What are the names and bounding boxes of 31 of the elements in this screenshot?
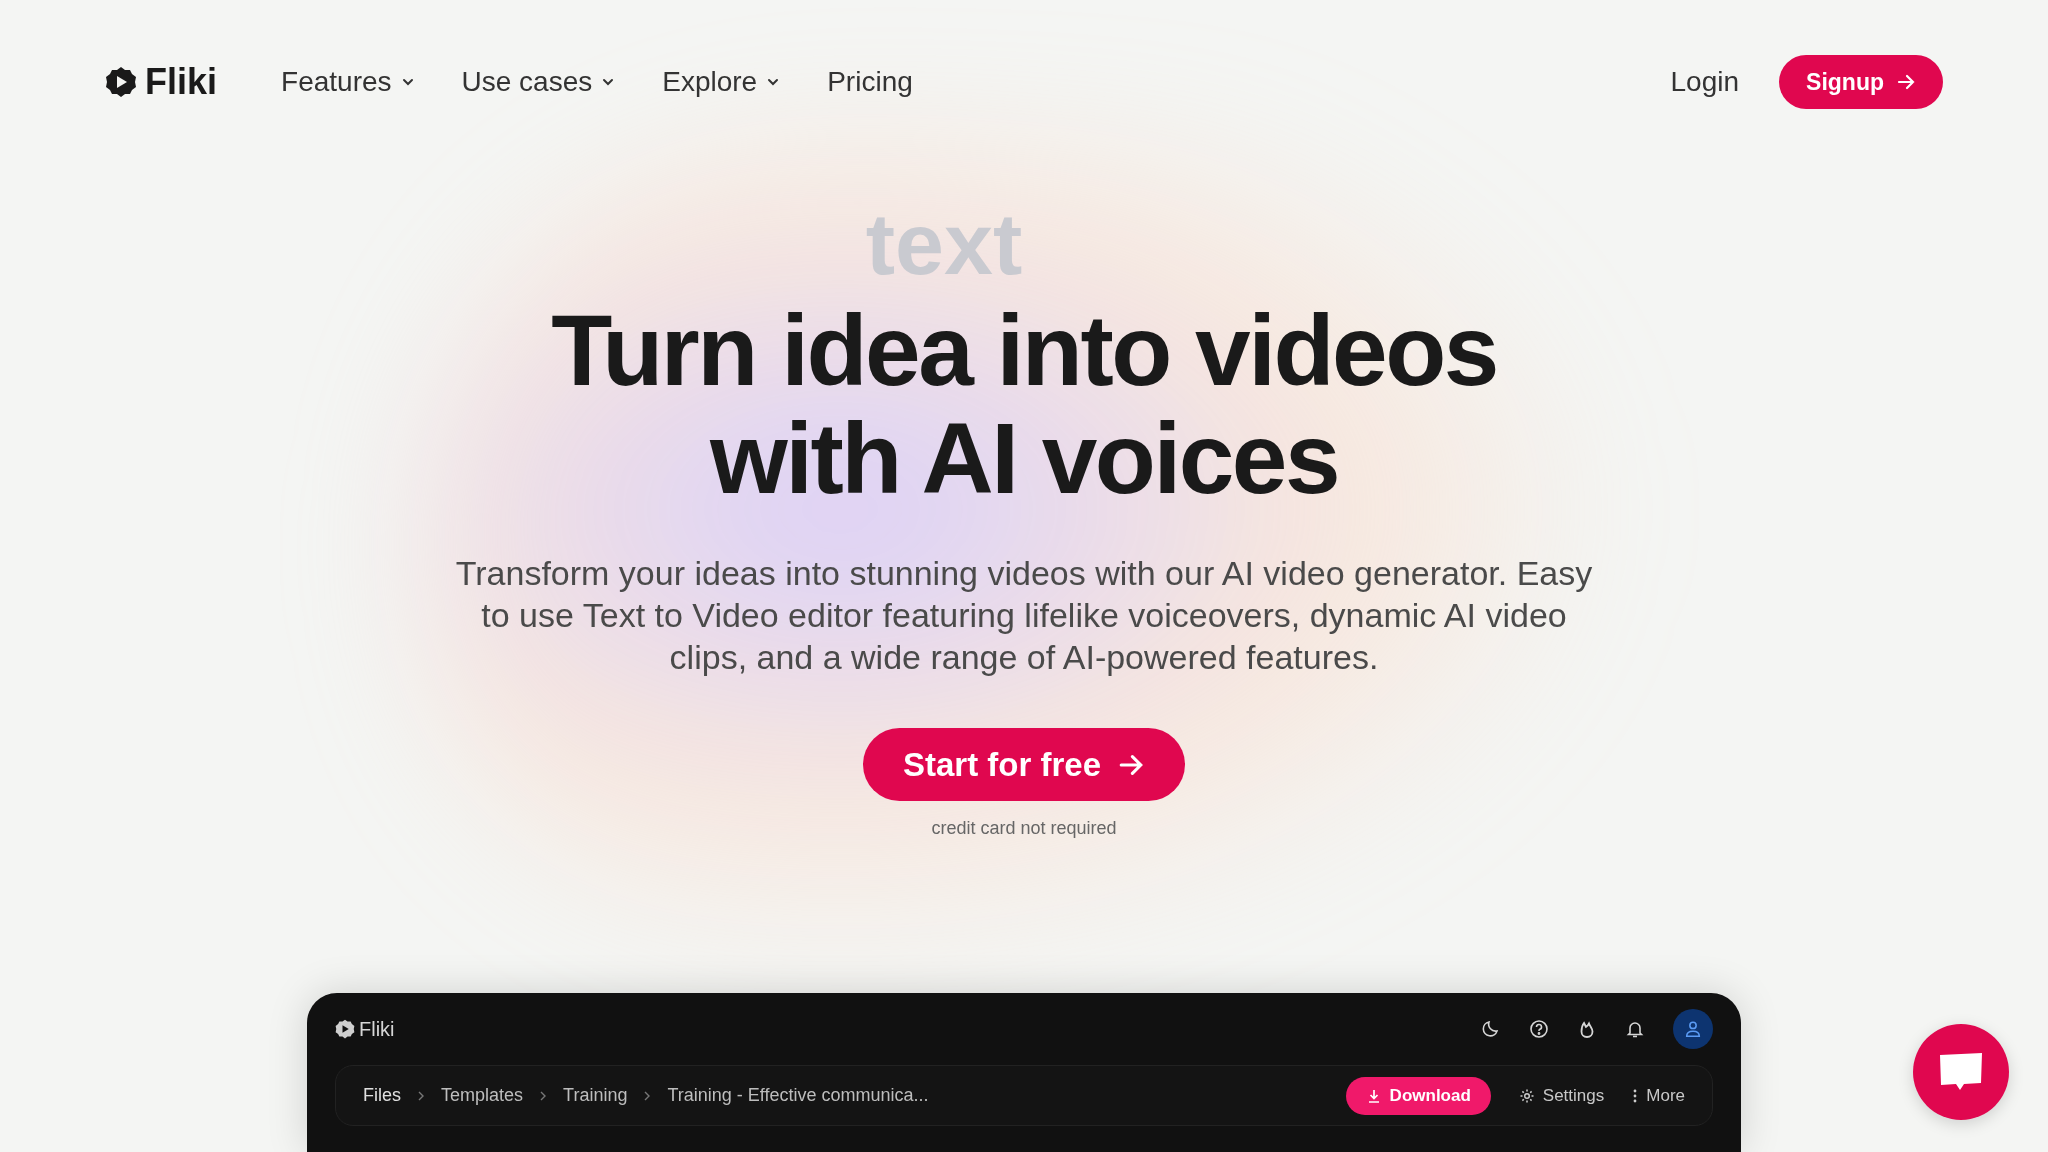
nav-link[interactable]: Features [281,61,416,103]
hero-subtitle: Transform your ideas into stunning videos with our AI video generator. Easy to use Text to Video editor featuring lifelike voiceovers, dynamic AI video clips, and a wide range of AI-powered features. [454,553,1594,678]
app-logo-text[interactable]: Fliki [359,1014,395,1044]
more-icon [1632,1087,1639,1104]
breadcrumb-link[interactable]: Files [363,1082,401,1109]
download-button[interactable]: Download [1345,1076,1491,1115]
nav-link[interactable]: Explore [662,61,782,103]
more-button[interactable]: More [1632,1076,1685,1115]
logo-icon [335,1019,355,1039]
user-icon [1684,1020,1702,1038]
login-link[interactable]: Login [1670,61,1740,103]
cta-note: credit card not required [931,817,1117,840]
breadcrumb-link[interactable]: Templates [441,1082,524,1109]
settings-button[interactable]: Settings [1518,1076,1605,1115]
chevron-right-icon [416,1090,426,1101]
settings-icon [1518,1087,1535,1104]
nav-link[interactable]: Pricing [827,61,913,103]
arrow-right-icon [1896,72,1916,92]
breadcrumb-link[interactable]: Training - Effective communica... [667,1082,929,1109]
help-icon[interactable] [1529,1019,1549,1039]
headline-line: with AI voices [709,404,1339,512]
logo-icon [105,66,137,98]
signup-button[interactable]: Signup [1779,55,1943,109]
headline-line: Turn idea into videos [551,296,1497,404]
moon-icon[interactable] [1481,1019,1501,1039]
bell-icon[interactable] [1625,1019,1645,1039]
logo-text[interactable]: Fliki [145,55,218,109]
breadcrumb-link[interactable]: Training [563,1082,628,1109]
nav-link[interactable]: Use cases [461,61,617,103]
start-button[interactable]: Start for free [862,728,1186,801]
avatar-button[interactable] [1673,1009,1713,1049]
